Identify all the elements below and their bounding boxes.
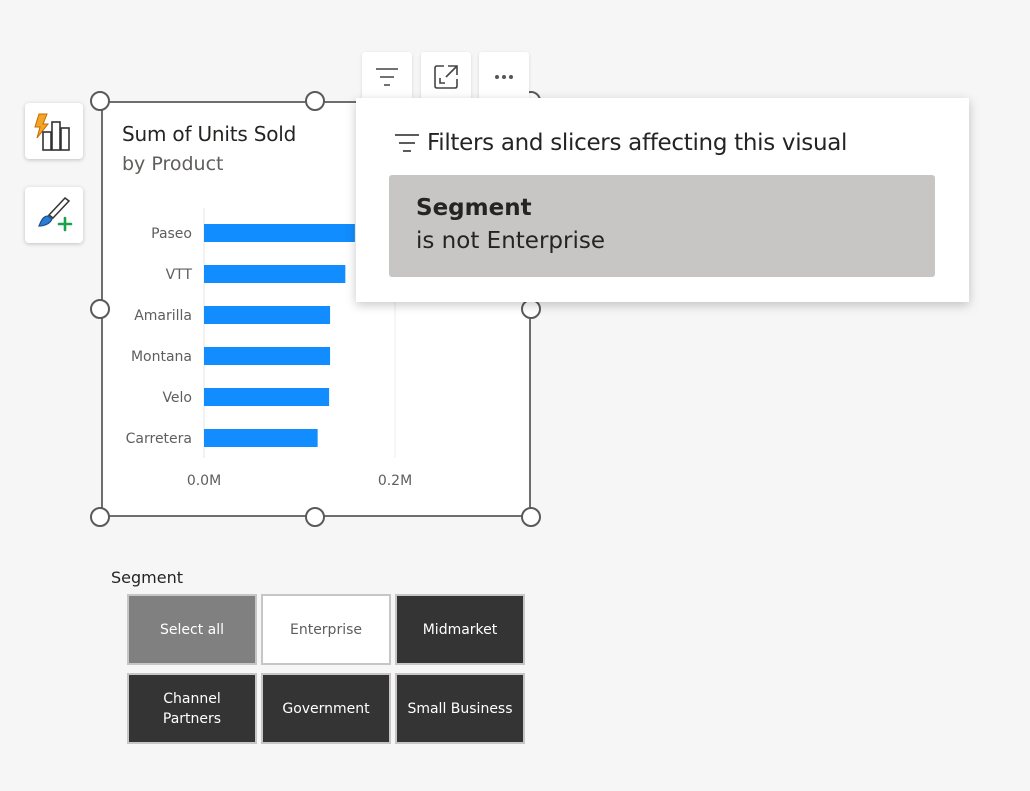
slicer-tile-enterprise[interactable]: Enterprise [261, 594, 391, 665]
resize-handle-top-left[interactable] [90, 91, 110, 111]
bar[interactable] [204, 306, 331, 324]
resize-handle-bottom[interactable] [305, 507, 325, 527]
filter-condition: is not Enterprise [416, 228, 605, 254]
bar[interactable] [204, 347, 331, 365]
resize-handle-bottom-left[interactable] [90, 507, 110, 527]
category-label: Montana [131, 349, 192, 365]
resize-handle-top[interactable] [305, 91, 325, 111]
filters-popup: Filters and slicers affecting this visua… [356, 98, 969, 302]
slicer-title: Segment [111, 568, 183, 587]
more-options-button[interactable] [479, 52, 529, 102]
visual-filter-button[interactable] [362, 52, 412, 102]
x-tick-label: 0.2M [378, 473, 412, 489]
slicer-tile-channel-partners[interactable]: Channel Partners [127, 673, 257, 744]
slicer-tile-small-business[interactable]: Small Business [395, 673, 525, 744]
popup-heading-text: Filters and slicers affecting this visua… [427, 130, 848, 156]
category-label: VTT [166, 267, 193, 283]
resize-handle-bottom-right[interactable] [521, 507, 541, 527]
bar[interactable] [204, 224, 355, 242]
slicer-tile-midmarket[interactable]: Midmarket [395, 594, 525, 665]
bar[interactable] [204, 429, 318, 447]
filter-card: Segment is not Enterprise [389, 175, 935, 277]
resize-handle-left[interactable] [90, 299, 110, 319]
resize-handle-right[interactable] [521, 299, 541, 319]
filter-icon [395, 134, 419, 152]
category-label: Paseo [151, 226, 192, 242]
bar[interactable] [204, 265, 346, 283]
add-format-button[interactable] [25, 187, 83, 243]
category-label: Carretera [126, 431, 192, 447]
quick-insights-button[interactable] [25, 103, 83, 159]
x-tick-label: 0.0M [187, 473, 221, 489]
bar[interactable] [204, 388, 330, 406]
slicer-tile-select-all[interactable]: Select all [127, 594, 257, 665]
category-label: Amarilla [134, 308, 192, 324]
filter-field: Segment [416, 195, 532, 221]
category-label: Velo [162, 390, 192, 406]
focus-mode-button[interactable] [421, 52, 471, 102]
slicer-tile-government[interactable]: Government [261, 673, 391, 744]
